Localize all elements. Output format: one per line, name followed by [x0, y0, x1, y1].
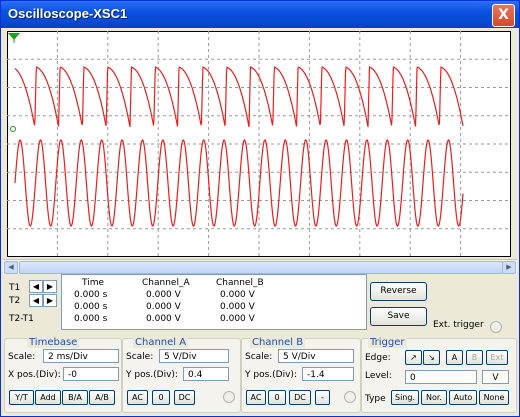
level-label: Level:	[365, 371, 392, 381]
channel-a-panel: Channel A Scale: 5 V/Div Y pos.(Div): 0.…	[122, 337, 241, 413]
trigger-title: Trigger	[368, 337, 407, 348]
mode-ba-button[interactable]: B/A	[62, 390, 88, 405]
trigger-none-button[interactable]: None	[479, 390, 509, 405]
t1-label: T1	[9, 283, 21, 293]
channel-a-ypos-field[interactable]: 0.4	[183, 367, 229, 381]
channel-b-scale-label: Scale:	[245, 352, 273, 362]
readout-cell: 0.000 V	[220, 302, 255, 312]
channel-a-ypos-label: Y pos.(Div):	[126, 370, 178, 380]
ext-trigger-radio[interactable]	[490, 321, 502, 333]
ext-trigger-label: Ext. trigger	[433, 320, 484, 330]
channel-a-ac-button[interactable]: AC	[127, 390, 148, 405]
horizontal-scrollbar[interactable]: ◀ ▶	[3, 259, 517, 274]
type-label: Type	[365, 394, 386, 404]
channel-a-zero-button[interactable]: 0	[152, 390, 170, 405]
oscilloscope-screen[interactable]	[7, 31, 511, 257]
readout-cell: 0.000 V	[220, 290, 255, 300]
readout-cell: 0.000 s	[74, 290, 108, 300]
t2-t1-label: T2-T1	[9, 314, 34, 324]
trigger-level-unit[interactable]: V	[482, 370, 509, 384]
trigger-panel: Trigger Edge: ↗ ↘ A B Ext Level: 0 V Typ…	[361, 337, 517, 413]
t2-left-arrow-icon[interactable]: ◀	[29, 294, 43, 307]
scroll-thumb[interactable]	[19, 261, 503, 274]
close-button[interactable]: X	[492, 4, 515, 27]
timebase-xpos-label: X pos.(Div):	[8, 370, 61, 380]
channel-b-invert-button[interactable]: -	[315, 390, 330, 405]
readout-cell: 0.000 V	[146, 302, 181, 312]
falling-edge-icon[interactable]: ↘	[423, 350, 440, 365]
mode-add-button[interactable]: Add	[35, 390, 61, 405]
channel-b-title: Channel B	[250, 337, 306, 348]
save-button[interactable]: Save	[370, 307, 427, 326]
channel-b-zero-button[interactable]: 0	[268, 390, 286, 405]
title-bar[interactable]: Oscilloscope-XSC1 X	[1, 1, 519, 28]
readout-table: Time Channel_A Channel_B 0.000 s 0.000 V…	[61, 274, 367, 330]
channel-a-radio[interactable]	[223, 391, 235, 403]
readout-cell: 0.000 s	[74, 314, 108, 324]
window-title: Oscilloscope-XSC1	[8, 6, 128, 21]
readout-header-channel-a: Channel_A	[142, 278, 190, 288]
t2-right-arrow-icon[interactable]: ▶	[43, 294, 57, 307]
readout-cell: 0.000 V	[146, 314, 181, 324]
channel-a-title: Channel A	[133, 337, 189, 348]
mode-ab-button[interactable]: A/B	[89, 390, 115, 405]
channel-b-radio[interactable]	[344, 391, 356, 403]
readout-cell: 0.000 V	[146, 290, 181, 300]
readout-cell: 0.000 V	[220, 314, 255, 324]
channel-b-ac-button[interactable]: AC	[246, 390, 266, 405]
trigger-source-b-button[interactable]: B	[466, 350, 483, 365]
readout-cell: 0.000 s	[74, 302, 108, 312]
trigger-normal-button[interactable]: Nor.	[421, 390, 447, 405]
channel-a-dc-button[interactable]: DC	[174, 390, 195, 405]
trigger-single-button[interactable]: Sing.	[391, 390, 419, 405]
channel-b-panel: Channel B Scale: 5 V/Div Y pos.(Div): -1…	[241, 337, 361, 413]
timebase-xpos-field[interactable]: -0	[63, 367, 119, 381]
rising-edge-icon[interactable]: ↗	[405, 350, 422, 365]
scope-graph	[7, 31, 511, 257]
trigger-source-ext-button[interactable]: Ext	[486, 350, 508, 365]
scroll-right-icon[interactable]: ▶	[502, 261, 516, 274]
channel-a-scale-label: Scale:	[126, 352, 154, 362]
t1-left-arrow-icon[interactable]: ◀	[29, 280, 43, 293]
timebase-scale-label: Scale:	[8, 352, 36, 362]
reverse-button[interactable]: Reverse	[370, 282, 427, 301]
timebase-scale-field[interactable]: 2 ms/Div	[43, 349, 119, 363]
scroll-left-icon[interactable]: ◀	[4, 261, 18, 274]
readout-header-time: Time	[82, 278, 105, 288]
trigger-level-field[interactable]: 0	[405, 370, 477, 384]
channel-b-scale-field[interactable]: 5 V/Div	[278, 349, 354, 363]
t1-right-arrow-icon[interactable]: ▶	[43, 280, 57, 293]
channel-b-ypos-field[interactable]: -1.4	[302, 367, 354, 381]
timebase-panel: Timebase Scale: 2 ms/Div X pos.(Div): -0…	[4, 337, 122, 413]
trigger-auto-button[interactable]: Auto	[449, 390, 477, 405]
readout-header-channel-b: Channel_B	[216, 278, 264, 288]
channel-b-dc-button[interactable]: DC	[289, 390, 311, 405]
edge-label: Edge:	[365, 353, 391, 363]
mode-yt-button[interactable]: Y/T	[9, 390, 34, 405]
trigger-source-a-button[interactable]: A	[446, 350, 463, 365]
oscilloscope-window: Oscilloscope-XSC1 X ◀ ▶ T1 ◀ ▶ T2 ◀ ▶ T2…	[0, 0, 520, 417]
channel-a-scale-field[interactable]: 5 V/Div	[159, 349, 229, 363]
timebase-title: Timebase	[27, 337, 80, 348]
channel-b-ypos-label: Y pos.(Div):	[245, 370, 297, 380]
t2-label: T2	[9, 296, 21, 306]
